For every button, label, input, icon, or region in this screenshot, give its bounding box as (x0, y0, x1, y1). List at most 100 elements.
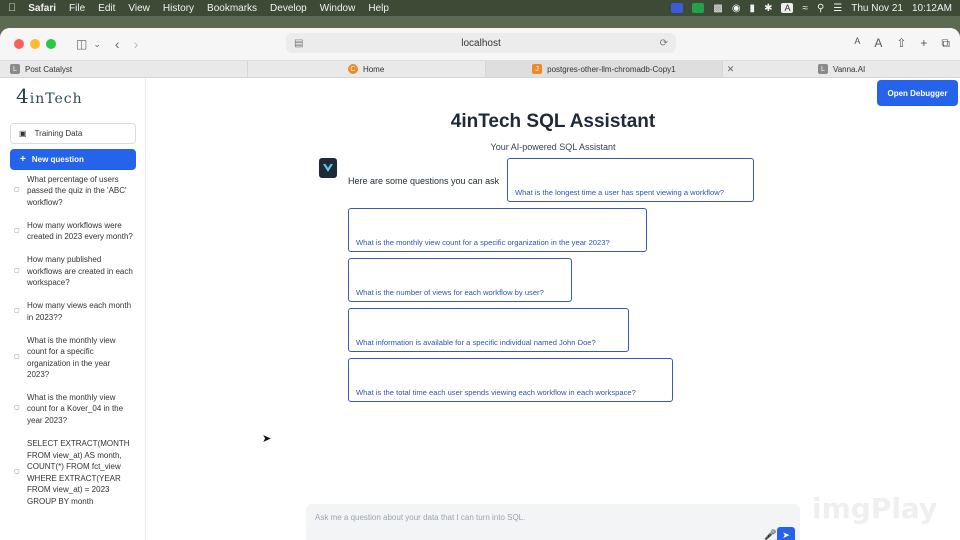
suggested-question-button[interactable]: What is the monthly view count for a spe… (348, 208, 647, 252)
vanna-logo-icon (323, 164, 333, 172)
suggested-question-button[interactable]: What information is available for a spec… (348, 308, 629, 352)
wifi-icon[interactable]: ≈ (802, 3, 808, 14)
send-icon: ➤ (782, 530, 790, 540)
tab-vanna[interactable]: L Vanna.AI (723, 61, 960, 77)
input-source-icon[interactable]: A (781, 3, 794, 13)
mouse-cursor-icon: ➤ (262, 433, 272, 445)
menu-edit[interactable]: Edit (98, 3, 115, 14)
tab-post-catalyst[interactable]: L Post Catalyst (0, 61, 248, 77)
menu-app-name[interactable]: Safari (28, 3, 56, 14)
question-icon: ▢ (14, 405, 20, 412)
new-question-label: New question (31, 155, 84, 164)
new-question-button[interactable]: + New question (10, 149, 136, 170)
page-subtitle: Your AI-powered SQL Assistant (490, 142, 616, 152)
toolbar-actions: A A ⇧ + ⧉ (854, 36, 950, 51)
battery-icon[interactable]: ▮ (750, 3, 756, 14)
menu-view[interactable]: View (128, 3, 150, 14)
tab-favicon-icon: J (532, 64, 543, 74)
brand-logo: 4inTech (16, 84, 83, 108)
tab-label: Home (362, 64, 385, 74)
chevron-down-icon[interactable]: ⌄ (93, 39, 101, 50)
page-content: 4inTech ▣ Training Data + New question ▢… (0, 78, 960, 540)
training-data-icon: ▣ (19, 129, 27, 138)
page-title: 4inTech SQL Assistant (450, 111, 656, 132)
training-data-button[interactable]: ▣ Training Data (10, 123, 136, 144)
send-button[interactable]: ➤ (777, 527, 795, 540)
tab-label: postgres-other-llm-chromadb-Copy1 (547, 64, 676, 74)
close-window-button[interactable] (14, 39, 24, 49)
menu-bookmarks[interactable]: Bookmarks (207, 3, 257, 14)
history-item[interactable]: ▢ How many workflows were created in 2023… (14, 220, 139, 243)
history-item[interactable]: ▢ What percentage of users passed the qui… (14, 174, 139, 208)
tab-overview-icon[interactable]: ⧉ (941, 36, 950, 51)
sidebar-toggle-icon[interactable]: ◫ (76, 37, 87, 51)
history-item[interactable]: ▢ How many published workflows are create… (14, 254, 139, 288)
menu-develop[interactable]: Develop (270, 3, 307, 14)
question-icon: ▢ (14, 187, 20, 194)
history-item[interactable]: ▢ How many views each month in 2023?? (14, 300, 139, 323)
suggested-question-button[interactable]: What is the total time each user spends … (348, 358, 673, 402)
history-item[interactable]: ▢ What is the monthly view count for a Ko… (14, 392, 139, 426)
share-icon[interactable]: ⇧ (896, 36, 906, 51)
browser-toolbar: ◫ ⌄ ‹ › ▤ localhost ⟳ A A ⇧ + ⧉ (0, 28, 960, 60)
browser-window: ◫ ⌄ ‹ › ▤ localhost ⟳ A A ⇧ + ⧉ L Post C… (0, 28, 960, 540)
vpn-icon[interactable]: ▩ (713, 3, 722, 14)
question-icon: ▢ (14, 308, 20, 315)
suggested-question-button[interactable]: What is the longest time a user has spen… (507, 158, 754, 202)
zoom-status-icon[interactable] (671, 3, 684, 13)
suggestions-intro: Here are some questions you can ask (348, 176, 500, 186)
macos-menubar:  Safari File Edit View History Bookmark… (0, 0, 960, 16)
history-item[interactable]: ▢ SELECT EXTRACT(MONTH FROM view_at) AS m… (14, 438, 139, 508)
control-center-icon[interactable]: ☰ (833, 3, 842, 14)
tab-label: Post Catalyst (25, 64, 73, 74)
main-panel: Open Debugger 4inTech SQL Assistant Your… (146, 78, 960, 540)
chat-input-area[interactable]: Ask me a question about your data that I… (306, 504, 800, 540)
tab-favicon-icon: L (817, 64, 828, 74)
tab-home[interactable]: C Home (248, 61, 486, 77)
reload-icon[interactable]: ⟳ (660, 38, 668, 49)
zoom-window-button[interactable] (46, 39, 56, 49)
question-icon: ▢ (14, 227, 20, 234)
url-text: localhost (461, 37, 501, 49)
page-icon: ▤ (294, 37, 304, 49)
menu-history[interactable]: History (163, 3, 194, 14)
status-area: ▩ ◉ ▮ ✱ A ≈ ⚲ ☰ Thu Nov 21 10:12AM (671, 3, 952, 14)
back-icon[interactable]: ‹ (115, 36, 120, 52)
search-icon[interactable]: ⚲ (817, 3, 824, 14)
training-data-label: Training Data (34, 129, 83, 138)
chat-input-placeholder: Ask me a question about your data that I… (315, 513, 526, 522)
tab-bar: L Post Catalyst C Home J postgres-other-… (0, 60, 960, 78)
menubar-time[interactable]: 10:12AM (912, 3, 952, 14)
menu-help[interactable]: Help (368, 3, 389, 14)
line-status-icon[interactable] (692, 3, 705, 13)
question-icon: ▢ (14, 353, 20, 360)
plus-icon: + (20, 154, 26, 165)
bluetooth-icon[interactable]: ✱ (764, 3, 772, 14)
tab-notebook[interactable]: J postgres-other-llm-chromadb-Copy1 ✕ (485, 61, 734, 77)
window-controls (14, 39, 56, 49)
question-history: ▢ What percentage of users passed the qui… (14, 174, 139, 520)
open-debugger-button[interactable]: Open Debugger (877, 80, 958, 106)
menu-file[interactable]: File (69, 3, 85, 14)
tab-label: Vanna.AI (832, 64, 866, 74)
apple-icon[interactable]:  (8, 2, 16, 14)
history-item[interactable]: ▢ What is the monthly view count for a sp… (14, 335, 139, 380)
address-bar[interactable]: ▤ localhost ⟳ (286, 33, 676, 53)
camera-icon[interactable]: ◉ (732, 3, 741, 14)
app-sidebar: 4inTech ▣ Training Data + New question ▢… (0, 78, 146, 540)
new-tab-icon[interactable]: + (920, 36, 927, 51)
tab-favicon-icon: C (347, 64, 358, 74)
suggested-question-button[interactable]: What is the number of views for each wor… (348, 258, 572, 302)
text-smaller-icon[interactable]: A (854, 36, 860, 51)
text-larger-icon[interactable]: A (874, 36, 882, 51)
question-icon: ▢ (14, 267, 20, 274)
imgplay-watermark: imgPlay (812, 492, 938, 525)
assistant-avatar (319, 158, 337, 178)
menu-window[interactable]: Window (320, 3, 356, 14)
question-icon: ▢ (14, 469, 20, 476)
microphone-icon[interactable]: 🎤 (764, 530, 776, 540)
menubar-date[interactable]: Thu Nov 21 (851, 3, 903, 14)
minimize-window-button[interactable] (30, 39, 40, 49)
forward-icon[interactable]: › (134, 36, 139, 52)
tab-favicon-icon: L (10, 64, 20, 74)
